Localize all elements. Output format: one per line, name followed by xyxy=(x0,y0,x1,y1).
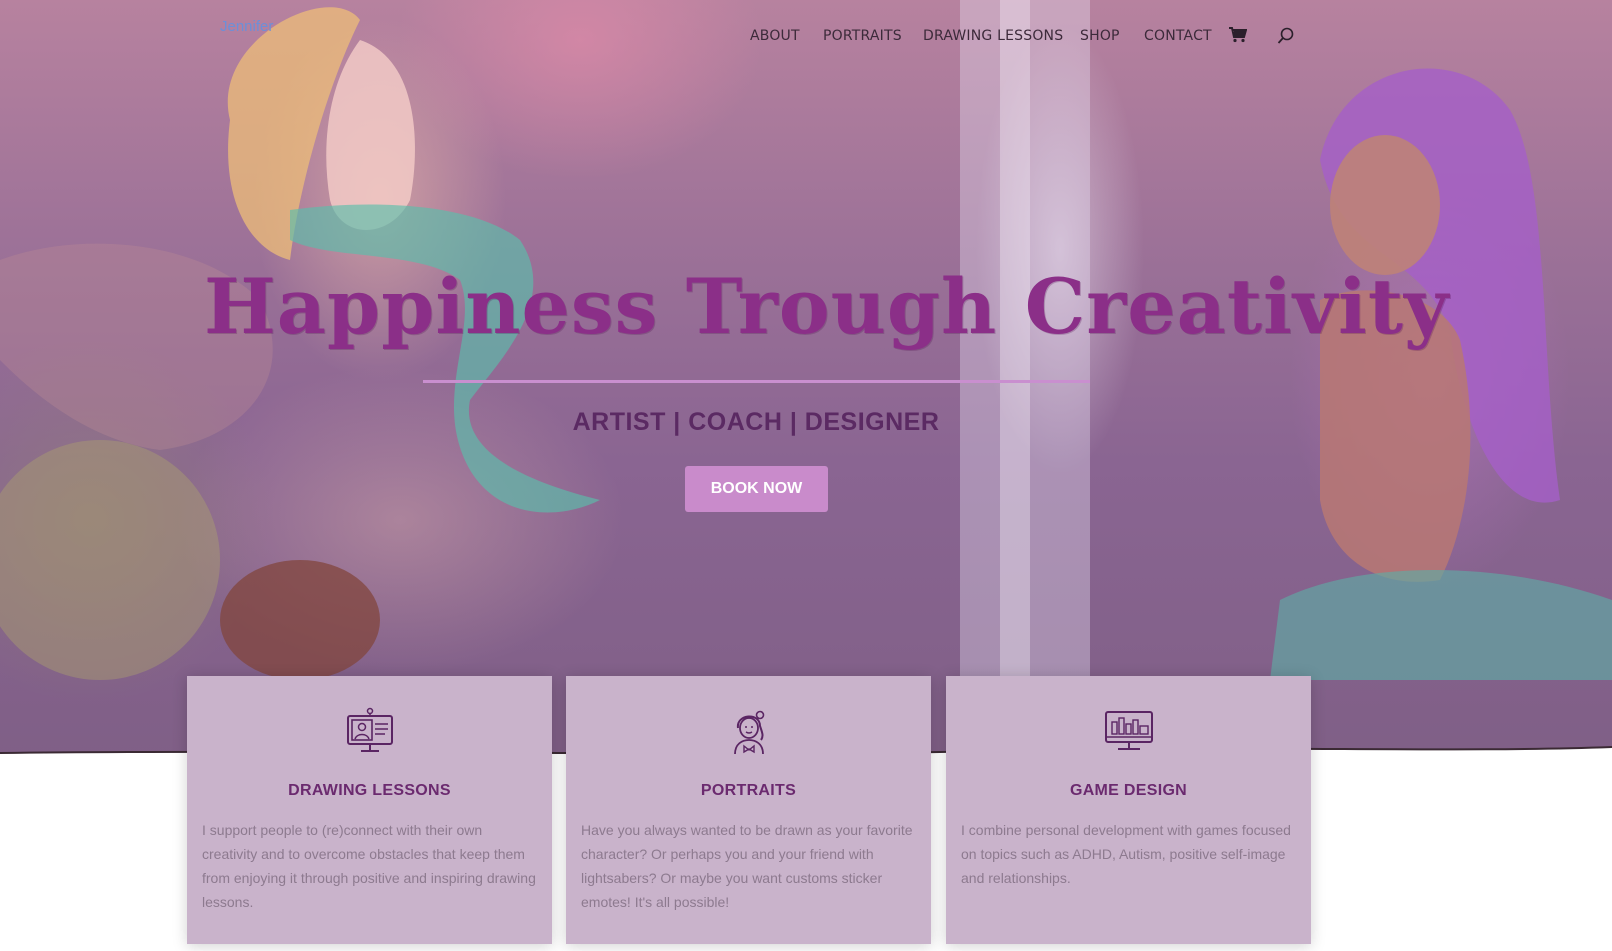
online-lesson-icon xyxy=(345,706,395,756)
hero-divider xyxy=(423,380,1090,383)
card-drawing-lessons: DRAWING LESSONS I support people to (re)… xyxy=(187,676,552,944)
nav-contact[interactable]: CONTACT xyxy=(1144,28,1212,44)
book-now-button[interactable]: BOOK NOW xyxy=(685,466,828,512)
card-title: DRAWING LESSONS xyxy=(288,782,451,799)
card-text: Have you always wanted to be drawn as yo… xyxy=(581,822,913,910)
nav-shop[interactable]: SHOP xyxy=(1080,28,1120,44)
nav-portraits[interactable]: PORTRAITS xyxy=(823,28,902,44)
logo-alt-text: Jennifer xyxy=(220,18,274,35)
card-title: PORTRAITS xyxy=(700,782,797,799)
card-game-design: GAME DESIGN I combine personal developme… xyxy=(946,676,1311,944)
hero-subtitle: ARTIST | COACH | DESIGNER xyxy=(572,408,940,436)
hero-title: Happiness Trough Creativity xyxy=(204,262,1450,351)
nav-about[interactable]: ABOUT xyxy=(750,28,800,44)
cart-icon[interactable] xyxy=(1229,27,1248,43)
mermaid-illustration-background xyxy=(0,0,1612,680)
portrait-girl-icon xyxy=(724,706,774,756)
card-portraits: PORTRAITS Have you always wanted to be d… xyxy=(566,676,931,944)
nav-drawing-lessons[interactable]: DRAWING LESSONS xyxy=(923,28,1063,44)
search-icon[interactable] xyxy=(1277,27,1295,45)
hero-section: Jennifer ABOUT PORTRAITS DRAWING LESSONS… xyxy=(0,0,1612,770)
card-text: I support people to (re)connect with the… xyxy=(202,822,536,910)
site-logo[interactable]: Jennifer xyxy=(220,18,290,48)
card-title: GAME DESIGN xyxy=(1069,782,1188,799)
game-monitor-icon xyxy=(1104,706,1154,756)
card-text: I combine personal development with game… xyxy=(961,822,1291,886)
